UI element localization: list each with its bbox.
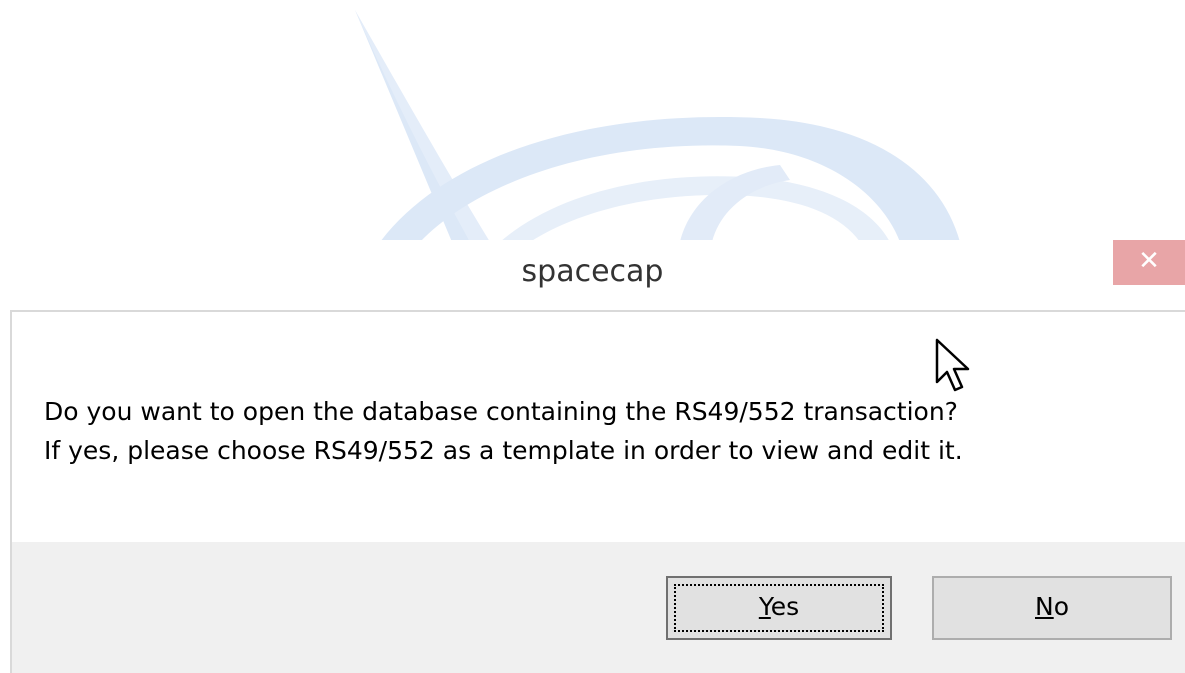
yes-button[interactable]: Yes: [666, 576, 892, 640]
message-line-1: Do you want to open the database contain…: [44, 397, 958, 426]
arrow-pointer-icon: [935, 338, 970, 392]
no-button[interactable]: No: [932, 576, 1172, 640]
dialog-message: Do you want to open the database contain…: [44, 392, 963, 470]
no-label-rest: o: [1053, 592, 1069, 621]
close-icon: ✕: [1138, 246, 1160, 276]
background-logo-art: [355, 10, 960, 242]
message-line-2: If yes, please choose RS49/552 as a temp…: [44, 436, 963, 465]
dialog-button-bar: Yes No: [12, 542, 1185, 673]
no-mnemonic: N: [1035, 592, 1054, 621]
dialog-title: spacecap: [521, 254, 664, 289]
message-dialog: spacecap ✕ Do you want to open the datab…: [0, 240, 1185, 673]
screen: spacecap ✕ Do you want to open the datab…: [0, 0, 1185, 673]
dialog-body: Do you want to open the database contain…: [10, 310, 1185, 673]
focus-rectangle: [674, 584, 884, 632]
close-button[interactable]: ✕: [1113, 240, 1185, 285]
dialog-titlebar[interactable]: spacecap ✕: [0, 240, 1185, 308]
